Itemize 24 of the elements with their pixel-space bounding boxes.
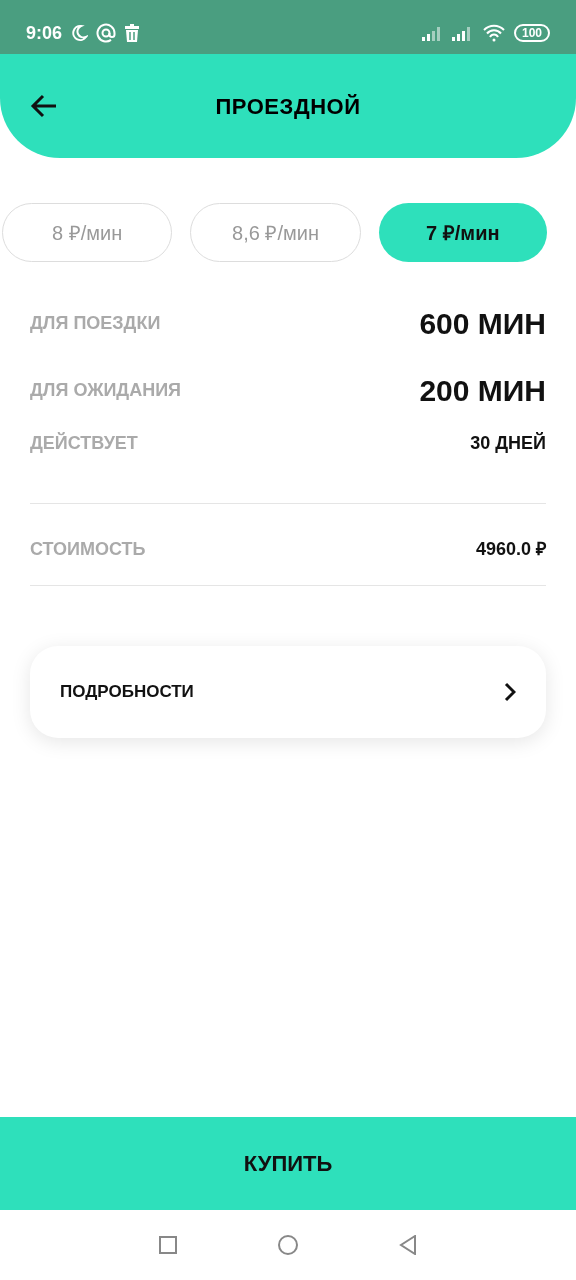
detail-label: ДЛЯ ОЖИДАНИЯ	[30, 379, 182, 402]
moon-icon	[70, 24, 89, 42]
status-time: 9:06	[26, 21, 63, 45]
details-label: ПОДРОБНОСТИ	[60, 681, 194, 704]
detail-value: 30 ДНЕЙ	[470, 431, 546, 455]
page-title: ПРОЕЗДНОЙ	[215, 92, 361, 121]
details-card[interactable]: ПОДРОБНОСТИ	[30, 646, 546, 738]
buy-button[interactable]: КУПИТЬ	[0, 1117, 576, 1210]
detail-value: 600 МИН	[419, 306, 546, 342]
chevron-right-icon	[504, 682, 516, 702]
back-arrow-icon[interactable]	[30, 94, 58, 118]
detail-value: 4960.0 ₽	[475, 538, 546, 561]
detail-label: СТОИМОСТЬ	[30, 538, 146, 561]
wifi-icon	[481, 24, 506, 42]
detail-label: ДЕЙСТВУЕТ	[30, 431, 138, 455]
detail-value: 200 МИН	[419, 373, 546, 409]
tariff-tab[interactable]: 7 ₽/мин	[378, 203, 547, 262]
square-icon[interactable]	[159, 1236, 177, 1254]
at-sign-icon	[96, 23, 117, 43]
battery-icon: 100	[513, 24, 550, 42]
circle-icon[interactable]	[277, 1234, 299, 1256]
detail-label: ДЛЯ ПОЕЗДКИ	[30, 312, 161, 335]
trash-icon	[124, 24, 141, 42]
triangle-icon[interactable]	[399, 1235, 417, 1255]
